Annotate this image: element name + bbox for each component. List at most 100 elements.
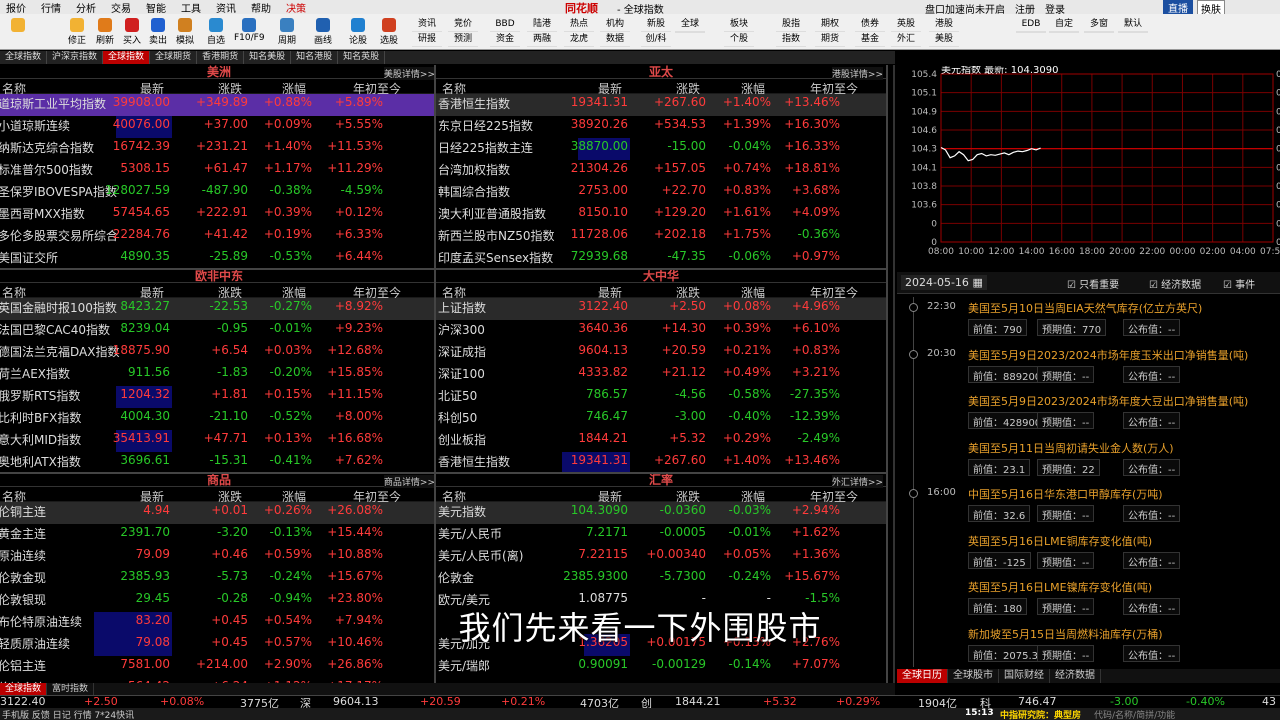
menu-item-news[interactable]: 资讯 [216,0,236,15]
table-row[interactable]: 日经225指数主连 38870.00 -15.00 -0.04% +16.33% [436,138,886,160]
table-row[interactable]: 俄罗斯RTS指数 1204.32 +1.81 +0.15% +11.15% [0,386,438,408]
table-row[interactable]: 香港恒生指数 19341.31 +267.60 +1.40% +13.46% [436,452,886,473]
toolbar-pair[interactable]: 多窗 [1084,17,1114,33]
toolbar-button[interactable]: 自选 [201,17,231,49]
table-row[interactable]: 黄金主连 2391.70 -3.20 -0.13% +15.44% [0,524,438,546]
table-row[interactable]: 韩国综合指数 2753.00 +22.70 +0.83% +3.68% [436,182,886,204]
table-row[interactable]: 创业板指 1844.21 +5.32 +0.29% -2.49% [436,430,886,452]
toolbar-button[interactable]: F10/F9 [234,17,265,49]
table-row[interactable]: 东京日经225指数 38920.26 +534.53 +1.39% +16.30% [436,116,886,138]
market-tab[interactable]: 全球指数 [103,51,151,64]
toolbar-pair-top[interactable]: 陆港 [527,17,557,32]
table-row[interactable]: 小道琼斯连续 40076.00 +37.00 +0.09% +5.55% [0,116,438,138]
toolbar-pair[interactable]: 全球 [675,17,705,33]
toolbar-pair[interactable]: 资讯 研报 [412,17,442,47]
market-tab[interactable]: 沪深京指数 [47,51,104,64]
table-row[interactable]: 上证指数 3122.40 +2.50 +0.08% +4.96% [436,298,886,320]
table-row[interactable]: 伦铝主连 7581.00 +214.00 +2.90% +26.86% [0,656,438,678]
table-row[interactable]: 伦铜主连 4.94 +0.01 +0.26% +26.08% [0,502,438,524]
table-row[interactable]: 标准普尔500指数 5308.15 +61.47 +1.17% +11.29% [0,160,438,182]
table-row[interactable]: 美元/人民币 7.2171 -0.0005 -0.01% +1.62% [436,524,886,546]
menu-item-help[interactable]: 帮助 [251,0,271,15]
toolbar-pair-bottom[interactable] [675,32,705,33]
toolbar-pair[interactable]: 英股 外汇 [891,17,921,47]
table-row[interactable]: 墨西哥MXX指数 57454.65 +222.91 +0.39% +0.12% [0,204,438,226]
toolbar-pair-top[interactable]: BBD [490,17,520,32]
market-tab[interactable]: 全球指数 [0,51,48,64]
toolbar-pair-bottom[interactable]: 期货 [815,32,845,47]
toolbar-button[interactable]: 修正 [62,17,92,49]
calendar-date-picker[interactable]: 2024-05-16 ▦ [901,275,987,290]
toolbar-pair[interactable]: 股指 指数 [776,17,806,47]
toolbar-pair-top[interactable]: 板块 [724,17,754,32]
toolbar-button[interactable]: 周期 [272,17,302,49]
table-row[interactable]: 原油连续 79.09 +0.46 +0.59% +10.88% [0,546,438,568]
toolbar-pair-bottom[interactable]: 资金 [490,32,520,47]
toolbar-pair[interactable]: BBD 资金 [490,17,520,47]
table-row[interactable]: 道琼斯工业平均指数 39908.00 +349.89 +0.88% +5.89% [0,94,438,116]
toolbar-pair-top[interactable]: 资讯 [412,17,442,32]
menu-item-tools[interactable]: 工具 [181,0,201,15]
table-row[interactable]: 新西兰股市NZ50指数 11728.06 +202.18 +1.75% -0.36% [436,226,886,248]
toolbar-pair-bottom[interactable]: 指数 [776,32,806,47]
toolbar-pair-top[interactable]: 全球 [675,17,705,32]
toolbar-pair-top[interactable]: EDB [1016,17,1046,32]
toolbar-pair[interactable]: 期权 期货 [815,17,845,47]
toolbar-pair-bottom[interactable]: 研报 [412,32,442,47]
toolbar-button[interactable] [3,17,33,49]
toolbar-pair-top[interactable]: 竞价 [448,17,478,32]
calendar-event[interactable]: 英国至5月16日LME铜库存变化值(吨) 前值：-125 预期值：-- 公布值：-- [897,532,1280,579]
calendar-tab[interactable]: 全球股市 [948,669,999,683]
calendar-tab[interactable]: 国际财经 [999,669,1050,683]
bottom-tab[interactable]: 富时指数 [47,683,95,695]
calendar-event[interactable]: 20:30 美国至5月9日2023/2024市场年度玉米出口净销售量(吨) 前值：8… [897,346,1280,393]
market-tab[interactable]: 知名美股 [244,51,292,64]
toolbar-pair-top[interactable]: 港股 [929,17,959,32]
toolbar-pair[interactable]: 自定 [1049,17,1079,33]
table-row[interactable]: 多伦多股票交易所综合 22284.76 +41.42 +0.19% +6.33% [0,226,438,248]
menu-item-trade[interactable]: 交易 [111,0,131,15]
bottom-tab[interactable]: 全球指数 [0,683,48,695]
calendar-event[interactable]: 16:00 中国至5月16日华东港口甲醇库存(万吨) 前值：32.6 预期值：-- 公布… [897,485,1280,532]
toolbar-pair[interactable]: 陆港 两融 [527,17,557,47]
toolbar-pair-bottom[interactable]: 创/科 [641,32,671,47]
toolbar-pair[interactable]: 竞价 预测 [448,17,478,47]
toolbar-button[interactable]: 选股 [374,17,404,49]
table-row[interactable]: 印度孟买Sensex指数 72939.68 -47.35 -0.06% +0.97% [436,248,886,269]
calendar-event[interactable]: 美国至5月11日当周初请失业金人数(万人) 前值：23.1 预期值：22 公布值：-- [897,439,1280,486]
market-tab[interactable]: 香港期货 [197,51,245,64]
toolbar-pair-bottom[interactable] [1118,32,1148,33]
live-button[interactable]: 直播 [1163,0,1193,15]
toolbar-pair-top[interactable]: 期权 [815,17,845,32]
usd-index-chart[interactable]: 105.4 0 105.1 0 104.9 0 104.6 0 104.3 0 104.1 0 103.… [897,63,1280,270]
toolbar-pair[interactable]: 港股 美股 [929,17,959,47]
status-links[interactable]: 手机版 反馈 日记 行情 7*24快讯 [2,708,134,720]
toolbar-pair-bottom[interactable]: 个股 [724,32,754,47]
toolbar-pair-bottom[interactable]: 外汇 [891,32,921,47]
market-tab[interactable]: 知名港股 [291,51,339,64]
toolbar-button[interactable]: 刷新 [90,17,120,49]
toolbar-pair-top[interactable]: 自定 [1049,17,1079,32]
toolbar-pair-top[interactable]: 默认 [1118,17,1148,32]
important-only-checkbox[interactable]: ☑ 只看重要 [1067,276,1119,291]
table-row[interactable]: 美元/人民币(离) 7.22115 +0.00340 +0.05% +1.36% [436,546,886,568]
toolbar-pair-bottom[interactable]: 龙虎 [564,32,594,47]
toolbar-pair-bottom[interactable]: 基金 [855,32,885,47]
calendar-tab[interactable]: 全球日历 [897,669,948,683]
status-news[interactable]: 中指研究院：典型房 [1000,708,1081,720]
market-tab[interactable]: 全球期货 [150,51,198,64]
toolbar-pair-top[interactable]: 机构 [600,17,630,32]
table-row[interactable]: 英国金融时报100指数 8423.27 -22.53 -0.27% +8.92% [0,298,438,320]
toolbar-pair[interactable]: 新股 创/科 [641,17,671,47]
toolbar-pair[interactable]: 机构 数据 [600,17,630,47]
toolbar-pair[interactable]: 热点 龙虎 [564,17,594,47]
table-row[interactable]: 伦敦金 2385.9300 -5.7300 -0.24% +15.67% [436,568,886,590]
toolbar-pair-bottom[interactable]: 美股 [929,32,959,47]
table-row[interactable]: 香港恒生指数 19341.31 +267.60 +1.40% +13.46% [436,94,886,116]
menu-item-market[interactable]: 行情 [41,0,61,15]
table-row[interactable]: 圣保罗IBOVESPA指数 128027.59 -487.90 -0.38% -4.59… [0,182,438,204]
toolbar-pair-bottom[interactable]: 预测 [448,32,478,47]
toolbar-pair-top[interactable]: 债券 [855,17,885,32]
toolbar-pair[interactable]: 默认 [1118,17,1148,33]
table-row[interactable]: 意大利MID指数 35413.91 +47.71 +0.13% +16.68% [0,430,438,452]
